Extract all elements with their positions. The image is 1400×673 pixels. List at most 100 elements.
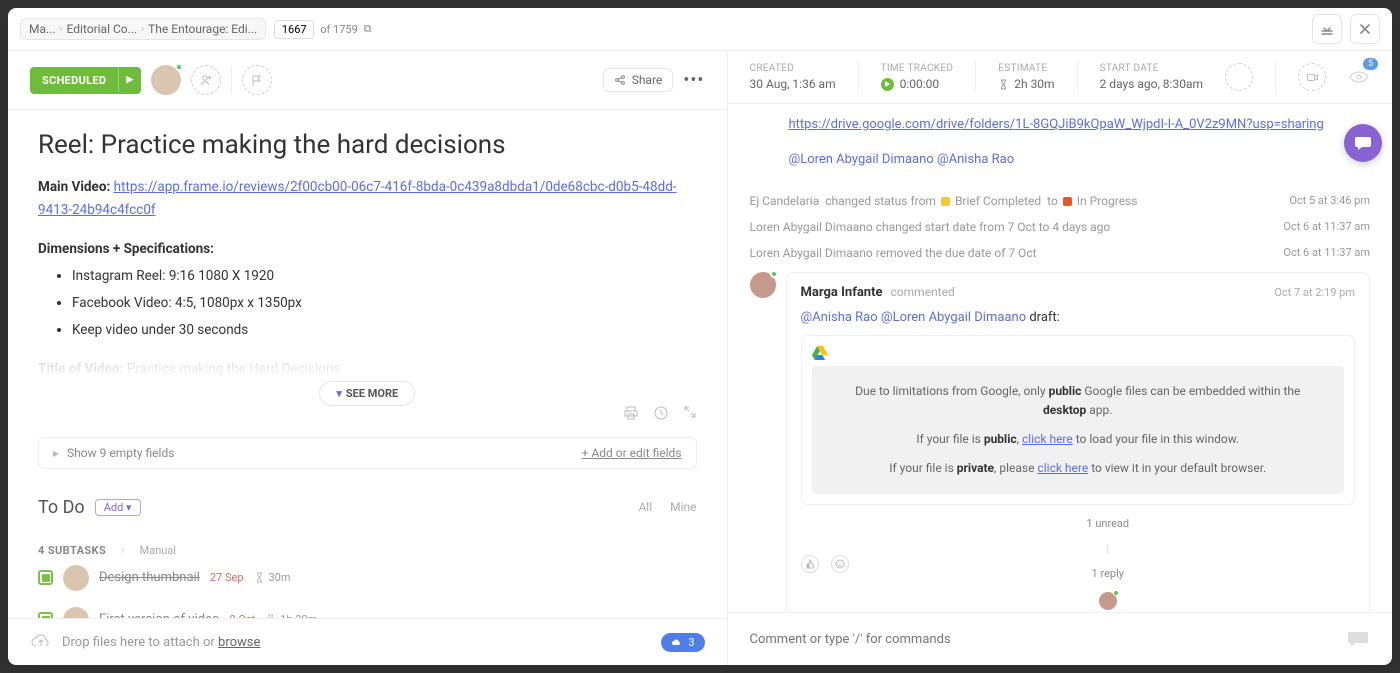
activity-row: Loren Abygail Dimaano removed the due da… bbox=[750, 246, 1370, 260]
status-button[interactable]: SCHEDULED ▶ bbox=[30, 67, 141, 94]
created-label: CREATED bbox=[750, 63, 836, 74]
crumb-workspace[interactable]: Ma... bbox=[29, 22, 56, 36]
subtask-estimate: 1h 30m bbox=[265, 613, 317, 618]
subtask-row[interactable]: Design thumbnail 27 Sep 30m bbox=[38, 557, 697, 599]
open-new-icon[interactable]: ⧉ bbox=[364, 22, 372, 36]
page-index-input[interactable] bbox=[274, 20, 314, 39]
status-swatch-icon bbox=[941, 197, 950, 206]
status-swatch-icon bbox=[1063, 197, 1072, 206]
chevron-right-icon[interactable]: ▸ bbox=[53, 446, 59, 460]
estimate-label: ESTIMATE bbox=[998, 63, 1054, 74]
subtask-due[interactable]: 27 Sep bbox=[210, 571, 244, 584]
see-more-button[interactable]: ▾SEE MORE bbox=[319, 381, 415, 406]
breadcrumb: Ma... › Editorial Co... › The Entourage:… bbox=[20, 18, 266, 40]
subtask-row[interactable]: First version of video 8 Oct 1h 30m bbox=[38, 599, 697, 618]
estimate-value[interactable]: 2h 30m bbox=[998, 77, 1054, 91]
hourglass-icon bbox=[254, 572, 265, 583]
cloud-upload-icon bbox=[30, 631, 52, 653]
subtask-due[interactable]: 8 Oct bbox=[229, 613, 255, 618]
print-icon[interactable] bbox=[623, 405, 639, 421]
todo-heading: To Do bbox=[38, 497, 85, 518]
show-empty-fields[interactable]: Show 9 empty fields bbox=[67, 446, 174, 460]
mention[interactable]: @Loren Abygail Dimaano bbox=[881, 310, 1026, 325]
reply-count[interactable]: 1 reply bbox=[1092, 567, 1124, 580]
mention[interactable]: @Loren Abygail Dimaano bbox=[789, 152, 934, 167]
main-video-link[interactable]: https://app.frame.io/reviews/2f00cb00-06… bbox=[38, 179, 677, 218]
attachment-count-pill[interactable]: 3 bbox=[661, 633, 704, 652]
video-icon bbox=[1306, 71, 1319, 84]
task-header: SCHEDULED ▶ Share ••• bbox=[8, 51, 727, 110]
subtask-avatar[interactable] bbox=[63, 607, 89, 618]
close-button[interactable] bbox=[1350, 14, 1380, 44]
attachments-dropzone[interactable]: Drop files here to attach or browse 3 bbox=[8, 618, 727, 665]
activity-icon[interactable] bbox=[653, 405, 669, 421]
more-menu-button[interactable]: ••• bbox=[683, 70, 704, 91]
add-reaction-icon[interactable] bbox=[831, 555, 849, 573]
watchers-button[interactable]: 5 bbox=[1348, 66, 1370, 88]
activity-time: Oct 5 at 3:46 pm bbox=[1289, 194, 1370, 207]
embed-private-link[interactable]: click here bbox=[1037, 461, 1088, 475]
activity-row: Ej Candelaria changed status from Brief … bbox=[750, 194, 1370, 208]
comment-input[interactable] bbox=[750, 632, 1346, 647]
activity-row: Loren Abygail Dimaano changed start date… bbox=[750, 220, 1370, 234]
time-tracked-value[interactable]: 0:00:00 bbox=[881, 77, 954, 91]
embed-preview: Due to limitations from Google, only pub… bbox=[801, 335, 1355, 506]
cloud-icon bbox=[671, 637, 682, 648]
checkbox-checked-icon[interactable] bbox=[38, 570, 53, 585]
play-icon[interactable] bbox=[881, 78, 894, 91]
list-item: Facebook Video: 4:5, 1080px x 1350px bbox=[72, 292, 697, 315]
subtask-name[interactable]: First version of video bbox=[99, 612, 219, 618]
expand-icon[interactable] bbox=[683, 405, 697, 421]
floating-chat-button[interactable] bbox=[1344, 124, 1382, 162]
start-date-value[interactable]: 2 days ago, 8:30am bbox=[1100, 77, 1203, 91]
sort-arrow-icon[interactable]: ↑ bbox=[120, 544, 126, 557]
list-item: Instagram Reel: 9:16 1080 X 1920 bbox=[72, 265, 697, 288]
mention[interactable]: @Anisha Rao bbox=[937, 152, 1014, 167]
add-subtask-button[interactable]: Add ▾ bbox=[95, 499, 141, 516]
time-tracked-label: TIME TRACKED bbox=[881, 63, 954, 74]
comment-send-icon[interactable] bbox=[1346, 627, 1370, 651]
activity-time: Oct 6 at 11:37 am bbox=[1283, 220, 1370, 233]
chevron-right-icon: › bbox=[60, 24, 63, 35]
sort-mode[interactable]: Manual bbox=[140, 544, 176, 557]
task-title[interactable]: Reel: Practice making the hard decisions bbox=[38, 130, 697, 160]
task-description[interactable]: Main Video: https://app.frame.io/reviews… bbox=[38, 176, 697, 399]
subtask-count: 4 SUBTASKS bbox=[38, 544, 106, 557]
chat-bubble-icon bbox=[1354, 134, 1372, 152]
browse-link[interactable]: browse bbox=[218, 635, 260, 650]
crumb-space[interactable]: Editorial Co... bbox=[67, 22, 138, 36]
record-clip-button[interactable] bbox=[1298, 63, 1326, 91]
share-button[interactable]: Share bbox=[603, 68, 674, 92]
mention[interactable]: @Anisha Rao bbox=[801, 310, 878, 325]
add-assignee-button[interactable] bbox=[191, 65, 221, 95]
embed-public-link[interactable]: click here bbox=[1022, 432, 1073, 446]
close-icon bbox=[1359, 23, 1371, 35]
start-date-label: START DATE bbox=[1100, 63, 1203, 74]
comment: Marga Infante commented Oct 7 at 2:19 pm… bbox=[750, 272, 1370, 612]
minimize-button[interactable] bbox=[1312, 14, 1342, 44]
share-icon bbox=[614, 74, 626, 86]
subtask-estimate: 30m bbox=[254, 571, 291, 584]
unread-count[interactable]: 1 unread bbox=[1086, 517, 1129, 530]
add-fields-button[interactable]: + Add or edit fields bbox=[582, 446, 682, 460]
activity-time: Oct 6 at 11:37 am bbox=[1283, 246, 1370, 259]
assignee-avatar[interactable] bbox=[151, 65, 181, 95]
reply-avatar[interactable] bbox=[1099, 592, 1117, 610]
drive-link[interactable]: https://drive.google.com/drive/folders/1… bbox=[789, 117, 1324, 132]
filter-all[interactable]: All bbox=[638, 500, 652, 514]
subtask-name[interactable]: Design thumbnail bbox=[99, 570, 200, 585]
tray-down-icon bbox=[1320, 22, 1334, 36]
due-date-placeholder[interactable] bbox=[1225, 63, 1253, 91]
filter-mine[interactable]: Mine bbox=[670, 500, 696, 514]
crumb-list[interactable]: The Entourage: Edi... bbox=[148, 22, 257, 36]
flag-icon bbox=[250, 74, 263, 87]
checkbox-checked-icon[interactable] bbox=[38, 612, 53, 618]
person-plus-icon bbox=[199, 73, 213, 87]
gdrive-icon bbox=[812, 346, 1344, 360]
thumbs-up-icon[interactable] bbox=[801, 555, 819, 573]
priority-flag-button[interactable] bbox=[242, 65, 272, 95]
caret-right-icon[interactable]: ▶ bbox=[118, 68, 140, 92]
subtask-avatar[interactable] bbox=[63, 565, 89, 591]
comment-author[interactable]: Marga Infante bbox=[801, 285, 883, 300]
comment-avatar[interactable] bbox=[750, 272, 776, 298]
